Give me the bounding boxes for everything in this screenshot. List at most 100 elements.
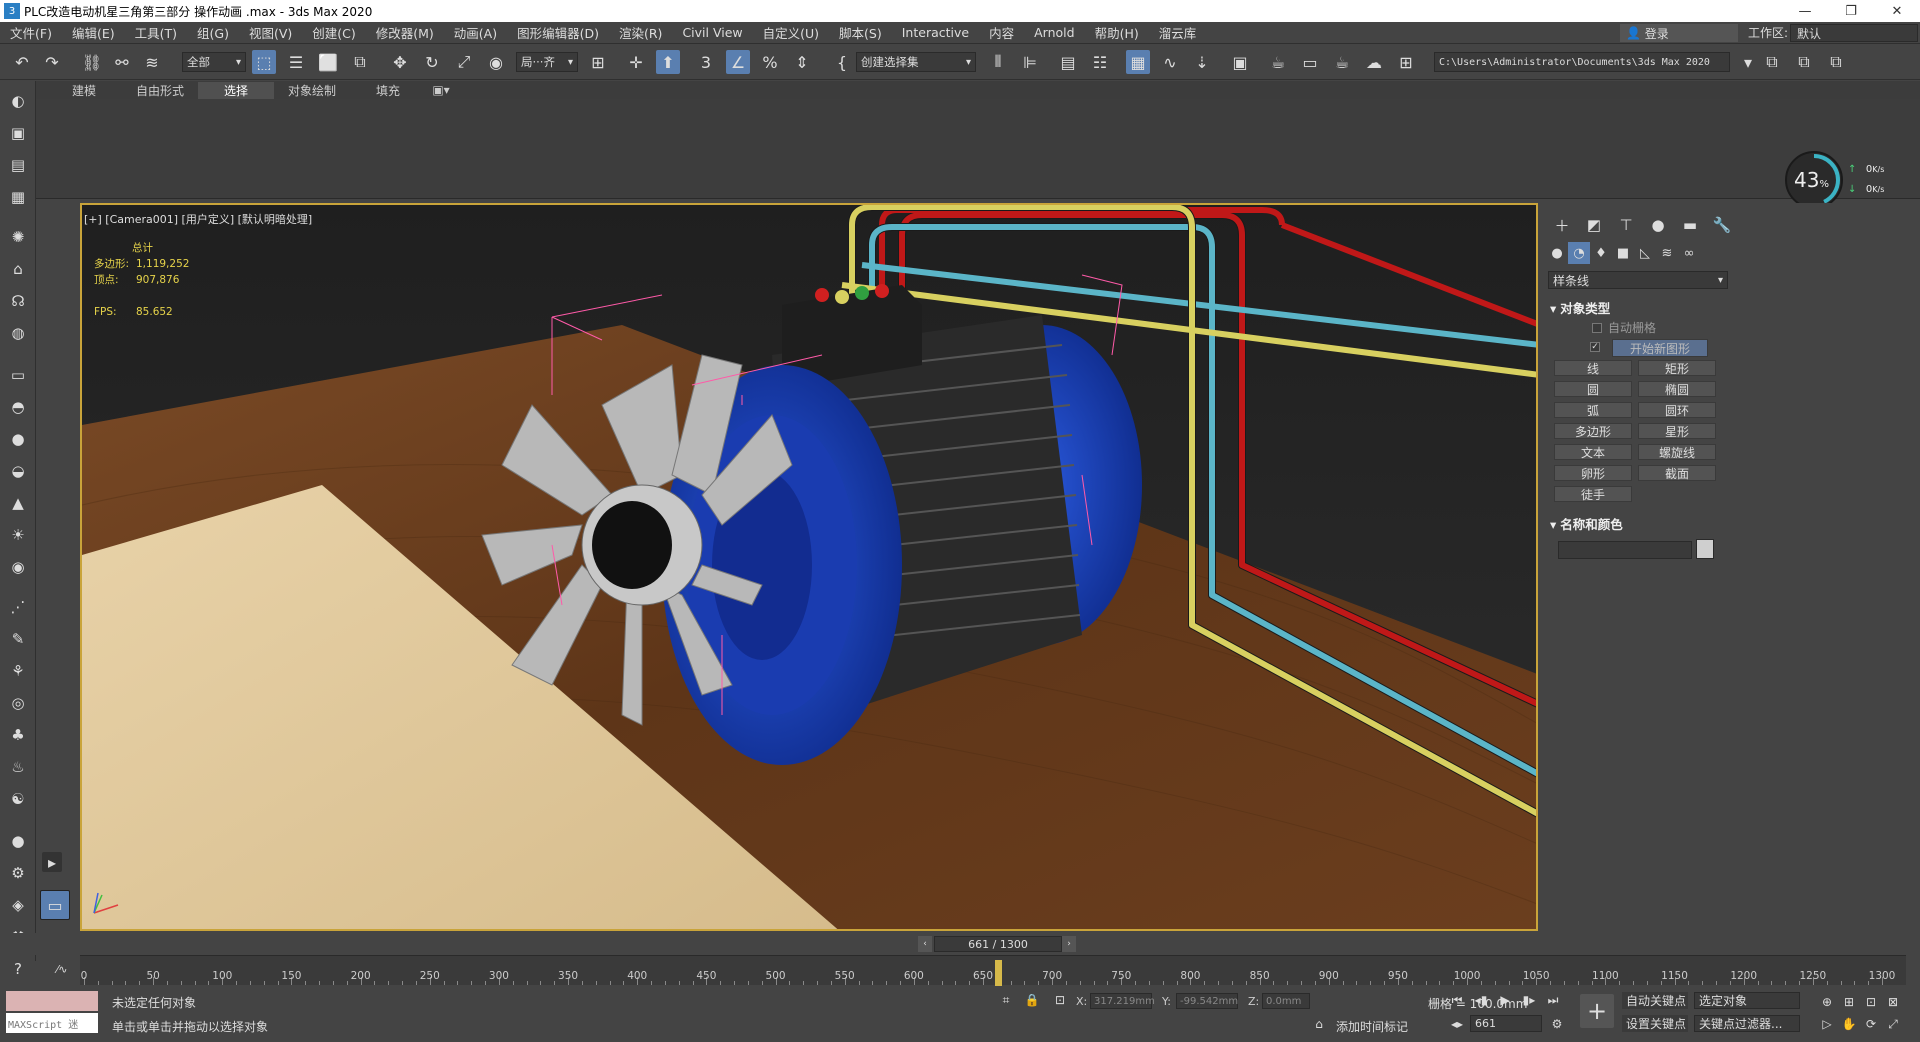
selection-lock-icon[interactable]: 🔒 — [1022, 990, 1042, 1010]
spinner-snap-icon[interactable]: ⇕ — [790, 50, 814, 74]
key-filter-dropdown[interactable]: 选定对象 — [1694, 992, 1800, 1009]
container-open-icon[interactable]: ⧉ — [1792, 50, 1816, 74]
sun-icon[interactable]: ☀ — [6, 523, 30, 547]
snaps-toggle-icon[interactable]: 3 — [694, 50, 718, 74]
shape-line-button[interactable]: 线 — [1554, 360, 1632, 376]
shape-arc-button[interactable]: 弧 — [1554, 402, 1632, 418]
track-bar-toggle-icon[interactable]: ⁄∿ — [50, 958, 74, 980]
sphere-icon[interactable]: ● — [6, 427, 30, 451]
zoom-extents-all-icon[interactable]: ⊠ — [1884, 993, 1902, 1011]
utility-icon[interactable]: ⚙ — [6, 861, 30, 885]
window-crossing-icon[interactable]: ⧉ — [348, 50, 372, 74]
menu-civil-view[interactable]: Civil View — [672, 25, 752, 40]
zoom-all-icon[interactable]: ⊞ — [1840, 993, 1858, 1011]
shape-text-button[interactable]: 文本 — [1554, 444, 1632, 460]
disc-icon[interactable]: ◉ — [6, 555, 30, 579]
render-icon[interactable]: ◈ — [6, 893, 30, 917]
edit-named-selection-icon[interactable]: { — [830, 50, 854, 74]
cone-icon[interactable]: ▲ — [6, 491, 30, 515]
menu-edit[interactable]: 编辑(E) — [62, 23, 125, 42]
hf-icon[interactable]: ♨ — [6, 755, 30, 779]
project-path-field[interactable]: C:\Users\Administrator\Documents\3ds Max… — [1434, 52, 1730, 72]
absolute-mode-icon[interactable]: ⊡ — [1050, 990, 1070, 1010]
systems-icon[interactable]: ∞ — [1678, 242, 1700, 264]
viewport-icon-1[interactable]: ◐ — [6, 89, 30, 113]
selection-filter-dropdown[interactable]: 全部 — [182, 52, 246, 72]
mirror-icon[interactable]: ⫴ — [986, 50, 1010, 74]
shape-star-button[interactable]: 星形 — [1638, 423, 1716, 439]
helper-icon[interactable]: ☊ — [6, 289, 30, 313]
render-shortcuts-icon[interactable]: ⊞ — [1394, 50, 1418, 74]
create-tab-icon[interactable]: ＋ — [1546, 214, 1578, 236]
object-color-swatch[interactable] — [1696, 539, 1714, 559]
set-key-button[interactable]: 设置关键点 — [1622, 1015, 1688, 1032]
align-icon[interactable]: ⊫ — [1018, 50, 1042, 74]
minimize-button[interactable]: — — [1782, 0, 1828, 22]
viewport-label[interactable]: [+] [Camera001] [用户定义] [默认明暗处理] — [84, 211, 312, 227]
menu-interactive[interactable]: Interactive — [892, 25, 979, 40]
display-tab-icon[interactable]: ▬ — [1674, 214, 1706, 236]
named-selection-set-dropdown[interactable]: 创建选择集 — [856, 52, 976, 72]
rotate-icon[interactable]: ↻ — [420, 50, 444, 74]
move-icon[interactable]: ✥ — [388, 50, 412, 74]
redo-icon[interactable]: ↷ — [40, 50, 64, 74]
ox-icon[interactable]: ☯ — [6, 787, 30, 811]
layer-explorer-icon[interactable]: ☷ — [1088, 50, 1112, 74]
camera-viewport[interactable] — [80, 203, 1538, 931]
help-icon[interactable]: ? — [6, 957, 30, 981]
shapes-icon[interactable]: ◔ — [1568, 242, 1590, 264]
menu-group[interactable]: 组(G) — [187, 23, 239, 42]
ribbon-options-icon[interactable]: ▣▾ — [426, 83, 456, 97]
menu-view[interactable]: 视图(V) — [239, 23, 302, 42]
shell-icon[interactable]: ◒ — [6, 459, 30, 483]
workspace-select[interactable]: 默认 — [1790, 24, 1918, 42]
zoom-icon[interactable]: ⊕ — [1818, 993, 1836, 1011]
viewport-layout-icon[interactable]: ▭ — [40, 890, 70, 920]
menu-create[interactable]: 创建(C) — [302, 23, 365, 42]
key-mode-icon[interactable]: ◂▸ — [1448, 1015, 1466, 1033]
project-folder-icon[interactable] — [1734, 50, 1758, 74]
time-slider[interactable]: 661 / 1300 — [934, 936, 1062, 952]
motion-tab-icon[interactable]: ● — [1642, 214, 1674, 236]
container-icon[interactable]: ⧉ — [1760, 50, 1784, 74]
auto-grid-checkbox[interactable]: 自动栅格 — [1592, 319, 1656, 336]
rendered-frame-window-icon[interactable]: ▭ — [1298, 50, 1322, 74]
menu-help[interactable]: 帮助(H) — [1085, 23, 1149, 42]
orbit-icon[interactable]: ⟳ — [1862, 1015, 1880, 1033]
shape-helix-button[interactable]: 螺旋线 — [1638, 444, 1716, 460]
viewport-icon-4[interactable]: ▦ — [6, 185, 30, 209]
schematic-view-icon[interactable]: ⇣ — [1190, 50, 1214, 74]
material-sphere-icon[interactable]: ● — [6, 829, 30, 853]
current-frame-field[interactable]: 661 — [1470, 1015, 1542, 1032]
menu-animation[interactable]: 动画(A) — [444, 23, 507, 42]
set-key-icon[interactable]: + — [1580, 994, 1614, 1028]
menu-tools[interactable]: 工具(T) — [125, 23, 187, 42]
utilities-tab-icon[interactable]: 🔧 — [1706, 214, 1738, 236]
auto-key-button[interactable]: 自动关键点 — [1622, 992, 1688, 1009]
geometry-icon[interactable]: ● — [1546, 242, 1568, 264]
shape-rectangle-button[interactable]: 矩形 — [1638, 360, 1716, 376]
menu-customize[interactable]: 自定义(U) — [753, 23, 829, 42]
time-next-arrow-icon[interactable]: › — [1062, 936, 1076, 952]
rect-selection-icon[interactable]: ⬜ — [316, 50, 340, 74]
menu-graph-editors[interactable]: 图形编辑器(D) — [507, 23, 609, 42]
reference-coord-dropdown[interactable]: 局···齐 — [516, 52, 578, 72]
grass-icon[interactable]: ♣ — [6, 723, 30, 747]
shape-category-select[interactable]: 样条线 — [1548, 271, 1728, 289]
login-dropdown[interactable]: 👤 登录 — [1620, 24, 1738, 42]
scene-explorer-icon[interactable]: ▤ — [1056, 50, 1080, 74]
start-new-shape-button[interactable]: 开始新图形 — [1612, 339, 1708, 357]
select-manipulate-icon[interactable]: ✛ — [624, 50, 648, 74]
go-to-start-icon[interactable]: ⏮ — [1448, 991, 1466, 1009]
cameras-icon[interactable]: ■ — [1612, 242, 1634, 264]
next-frame-icon[interactable]: ▮▸ — [1520, 991, 1538, 1009]
angle-snap-icon[interactable]: ∠ — [726, 50, 750, 74]
previous-frame-icon[interactable]: ◂▮ — [1472, 991, 1490, 1009]
modify-tab-icon[interactable]: ◩ — [1578, 214, 1610, 236]
z-coordinate-field[interactable]: 0.0mm — [1262, 993, 1310, 1009]
lights-icon[interactable]: ♦ — [1590, 242, 1612, 264]
object-name-field[interactable] — [1558, 541, 1692, 559]
paint-icon[interactable]: ✎ — [6, 627, 30, 651]
render-setup-icon[interactable]: ☕ — [1266, 50, 1290, 74]
field-of-view-icon[interactable]: ▷ — [1818, 1015, 1836, 1033]
